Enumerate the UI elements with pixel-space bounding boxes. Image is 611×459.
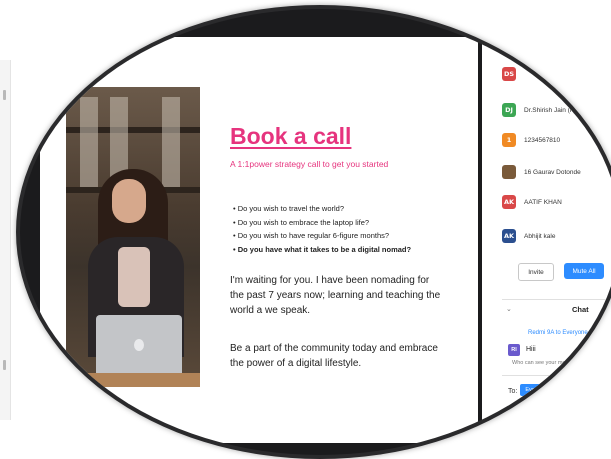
avatar: DJ	[502, 103, 516, 117]
chat-visibility-note[interactable]: Who can see your messages?	[512, 360, 586, 366]
avatar: DS	[502, 67, 516, 81]
participant-row[interactable]: AK Abhijit kale	[502, 227, 555, 245]
chat-sender-line: Redmi 9A to Everyone	[528, 330, 588, 336]
participant-name: Dr.Shirish Jain (h)	[524, 106, 576, 114]
avatar: 1	[502, 133, 516, 147]
participant-row[interactable]: 16 Gaurav Dotonde	[502, 163, 581, 181]
bullet-item: Do you wish to have regular 6-figure mon…	[233, 229, 411, 243]
participant-name: 1234567810	[524, 136, 561, 144]
chat-header: ⌄ Chat	[502, 299, 611, 318]
avatar: AK	[502, 229, 516, 243]
left-window-edge	[0, 60, 11, 420]
chevron-down-icon[interactable]: ⌄	[506, 305, 512, 313]
laptop-image	[96, 315, 182, 379]
avatar: AK	[502, 195, 516, 209]
participant-row[interactable]: 1 1234567810	[502, 131, 560, 149]
scroll-mark	[3, 360, 6, 370]
bullet-item: Do you wish to travel the world?	[233, 202, 411, 216]
participant-row[interactable]: DS	[502, 65, 524, 83]
invite-button[interactable]: Invite	[518, 263, 554, 281]
slide-title: Book a call	[230, 123, 352, 149]
bullet-item: Do you wish to embrace the laptop life?	[233, 216, 411, 230]
participant-name: 16 Gaurav Dotonde	[524, 168, 581, 176]
avatar: RI	[508, 344, 520, 356]
mute-all-button[interactable]: Mute All	[564, 263, 604, 279]
divider	[502, 375, 611, 376]
participant-name: AATIF KHAN	[524, 198, 562, 206]
oval-frame: Book a call A 1:1power strategy call to …	[16, 5, 611, 459]
shared-slide: Book a call A 1:1power strategy call to …	[40, 37, 478, 443]
recipient-select[interactable]: Everyone	[520, 384, 554, 396]
chat-title: Chat	[572, 305, 589, 314]
slide-subtitle: A 1:1power strategy call to get you star…	[230, 159, 389, 169]
avatar	[502, 165, 516, 179]
participant-name: Abhijit kale	[524, 232, 556, 240]
participants-chat-panel: DS DJ Dr.Shirish Jain (h) 1 1234567810 1…	[482, 37, 611, 447]
participant-row[interactable]: AK AATIF KHAN	[502, 193, 562, 211]
scroll-mark	[3, 90, 6, 100]
chat-message: Hiii	[526, 346, 536, 353]
chat-input[interactable]: Type message here...	[508, 411, 571, 418]
participant-row[interactable]: DJ Dr.Shirish Jain (h)	[502, 101, 576, 119]
to-label: To:	[508, 388, 518, 395]
bullet-list: Do you wish to travel the world? Do you …	[233, 202, 411, 256]
slide-paragraph: I'm waiting for you. I have been nomadin…	[230, 275, 441, 316]
bullet-item: Do you have what it takes to be a digita…	[233, 243, 411, 257]
presenter-photo	[66, 87, 200, 387]
slide-paragraph: Be a part of the community today and emb…	[230, 343, 438, 369]
